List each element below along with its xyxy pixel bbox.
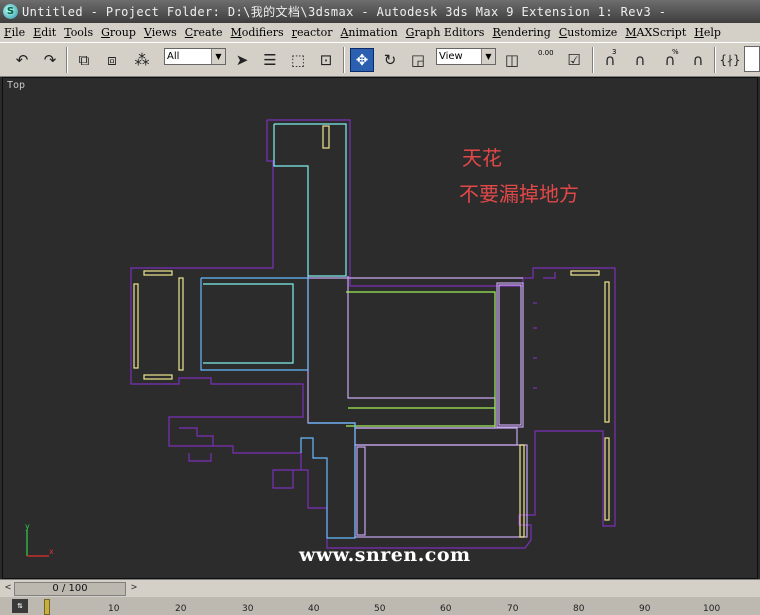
center-band (307, 276, 496, 429)
select-and-scale-icon[interactable]: ◲ (406, 48, 430, 72)
watermark-text: www.snren.com (299, 544, 471, 566)
menu-group[interactable]: Group (97, 26, 140, 39)
window-fixture (570, 270, 600, 276)
window-fixture (604, 281, 610, 423)
menu-file[interactable]: File (0, 26, 29, 39)
named-selection-icon[interactable]: ☑ (562, 48, 586, 72)
tick-label: 100 (703, 604, 721, 614)
window-fixture (143, 270, 173, 276)
reference-coordinate-value: View (439, 51, 463, 62)
select-and-link-icon[interactable]: ⧉ (72, 48, 96, 72)
left-room-inner (203, 283, 294, 364)
toolbar-separator (714, 47, 716, 73)
menu-edit[interactable]: Edit (29, 26, 60, 39)
time-prev-icon[interactable]: < (2, 582, 14, 596)
lower-left-outline (300, 422, 356, 539)
annotation-ceiling: 天花 (462, 146, 502, 170)
tick-label: 30 (242, 604, 254, 614)
menu-create[interactable]: Create (181, 26, 227, 39)
outer-wall-tick (543, 272, 556, 279)
tick-label: 40 (308, 604, 320, 614)
menu-animation[interactable]: Animation (336, 26, 401, 39)
corridor-outline (273, 123, 347, 277)
right-column-inner (498, 284, 522, 426)
main-toolbar: ↶ ↷ ⧉ ⧈ ⁂ All ▼ ➤ ☰ ⬚ ⊡ ✥ ↻ ◲ View ▼ ◫ 0… (0, 42, 760, 77)
menu-help[interactable]: Help (690, 26, 725, 39)
selection-filter-value: All (167, 51, 180, 62)
toolbar-separator (343, 47, 345, 73)
toolbar-separator (592, 47, 594, 73)
selection-filter-dropdown[interactable]: All ▼ (164, 48, 226, 65)
top-viewport[interactable]: Top 天花 不要漏掉地方 www.snren.com y x (2, 77, 758, 579)
select-and-move-icon[interactable]: ✥ (350, 48, 374, 72)
time-slider-bar: < 0 / 100 > (0, 579, 760, 597)
spinner-snap-value: 0.00 (538, 49, 554, 57)
menu-bar: File Edit Tools Group Views Create Modif… (0, 23, 760, 42)
lower-room-inset (356, 446, 366, 536)
axis-tripod-icon: y x (25, 522, 54, 557)
edit-named-selections-icon[interactable]: {∤} (718, 48, 742, 72)
time-slider[interactable]: 0 / 100 (14, 582, 126, 596)
menu-maxscript[interactable]: MAXScript (621, 26, 690, 39)
app-icon[interactable]: S (3, 4, 18, 19)
tick-label: 90 (639, 604, 651, 614)
annotation-reminder: 不要漏掉地方 (459, 182, 579, 206)
axis-y-label: y (25, 522, 30, 531)
left-room (200, 277, 309, 371)
menu-graph-editors[interactable]: Graph Editors (402, 26, 489, 39)
redo-icon[interactable]: ↷ (38, 48, 62, 72)
menu-reactor[interactable]: reactor (288, 26, 337, 39)
track-bar-key-icon[interactable]: ⇅ (12, 599, 28, 613)
toolbar-separator (66, 47, 68, 73)
menu-tools[interactable]: Tools (60, 26, 97, 39)
reference-coordinate-dropdown[interactable]: View ▼ (436, 48, 496, 65)
floor-plan-drawing[interactable] (3, 78, 759, 580)
outer-wall-step (188, 453, 212, 462)
axis-x-label: x (49, 547, 54, 556)
angle-snap-icon[interactable]: ∩ (628, 48, 652, 72)
spinner-snap-toggle-icon[interactable]: ∩ (686, 48, 710, 72)
track-bar[interactable]: ⇅ 10 20 30 40 50 60 70 80 90 100 (0, 597, 760, 615)
tick-label: 70 (507, 604, 519, 614)
undo-icon[interactable]: ↶ (10, 48, 34, 72)
snap-toggle-icon[interactable]: ∩ (598, 48, 622, 72)
tick-label: 60 (440, 604, 452, 614)
outer-wall-step (179, 427, 214, 446)
menu-modifiers[interactable]: Modifiers (226, 26, 287, 39)
window-fixture (178, 277, 184, 371)
tick-label: 80 (573, 604, 585, 614)
select-and-rotate-icon[interactable]: ↻ (378, 48, 402, 72)
title-bar: S Untitled - Project Folder: D:\我的文档\3ds… (0, 0, 760, 23)
unlink-selection-icon[interactable]: ⧈ (100, 48, 124, 72)
bind-to-space-warp-icon[interactable]: ⁂ (130, 48, 154, 72)
chevron-down-icon: ▼ (211, 49, 225, 64)
window-title: Untitled - Project Folder: D:\我的文档\3dsma… (22, 5, 667, 19)
right-column (496, 282, 524, 428)
window-fixture (143, 374, 173, 380)
pivot-center-icon[interactable]: ◫ (500, 48, 524, 72)
rectangular-selection-icon[interactable]: ⬚ (286, 48, 310, 72)
corridor-fixture (322, 125, 330, 149)
named-selection-field[interactable] (744, 46, 760, 72)
menu-customize[interactable]: Customize (555, 26, 621, 39)
window-fixture (604, 437, 610, 521)
select-object-icon[interactable]: ➤ (230, 48, 254, 72)
percent-snap-label: % (672, 48, 679, 56)
menu-rendering[interactable]: Rendering (488, 26, 554, 39)
right-room (346, 291, 496, 427)
current-frame-marker[interactable] (44, 599, 50, 615)
menu-views[interactable]: Views (140, 26, 181, 39)
snap-toggle-label: 3 (612, 48, 617, 56)
window-crossing-icon[interactable]: ⊡ (314, 48, 338, 72)
select-by-name-icon[interactable]: ☰ (258, 48, 282, 72)
lower-room (354, 427, 518, 446)
tick-label: 20 (175, 604, 187, 614)
window-fixture (519, 444, 525, 538)
time-next-icon[interactable]: > (128, 582, 140, 596)
lower-room-main (354, 444, 528, 538)
chevron-down-icon: ▼ (481, 49, 495, 64)
window-fixture (133, 283, 139, 369)
tick-label: 50 (374, 604, 386, 614)
tick-label: 10 (108, 604, 120, 614)
